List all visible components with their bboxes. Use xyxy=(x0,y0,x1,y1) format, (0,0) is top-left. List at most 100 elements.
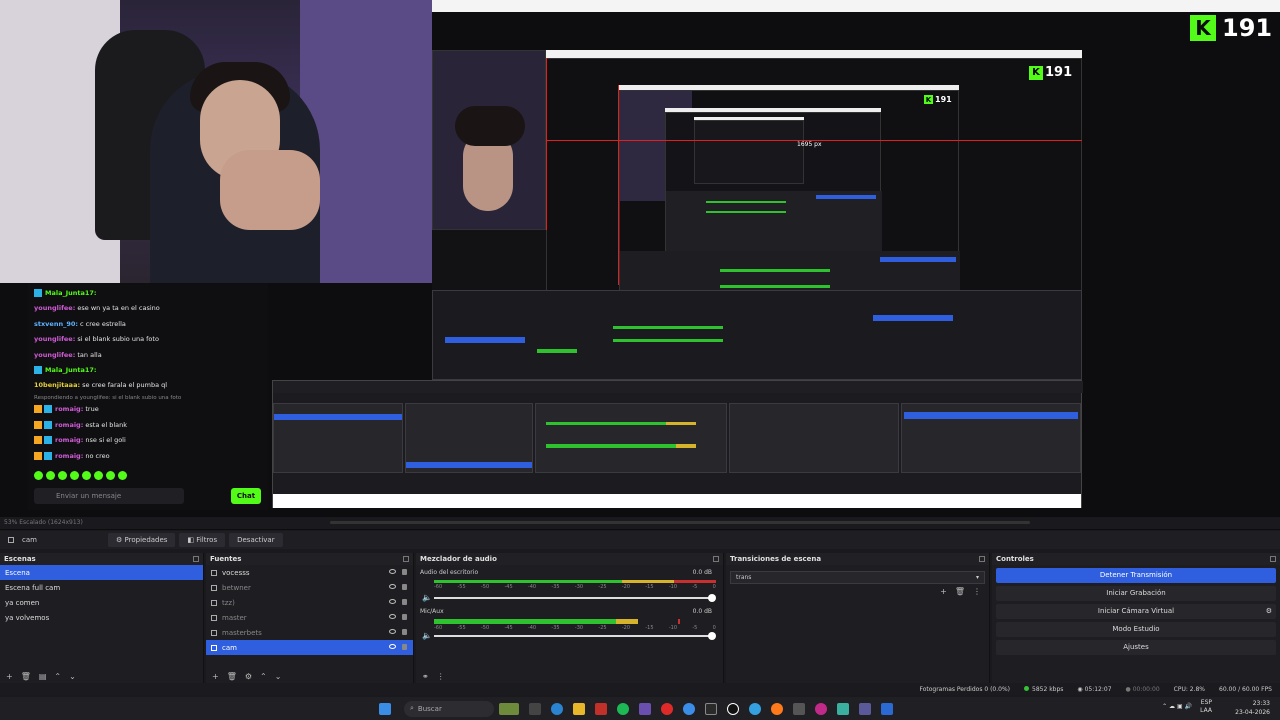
acrobat-icon[interactable] xyxy=(595,702,607,715)
nested-obs-window xyxy=(272,380,1083,508)
menu-dots-icon[interactable]: ⋮ xyxy=(437,672,445,681)
windows-start-icon[interactable] xyxy=(379,702,391,715)
move-down-icon[interactable]: ⌄ xyxy=(275,672,282,681)
settings-button[interactable]: Ajustes xyxy=(996,640,1276,655)
trash-icon[interactable]: 🗑 xyxy=(227,672,237,681)
volume-knob[interactable] xyxy=(708,632,716,640)
cpu-usage: CPU: 2.8% xyxy=(1173,685,1206,693)
spotify-icon[interactable] xyxy=(617,702,629,715)
language-indicator[interactable]: ESP LAA xyxy=(1200,699,1212,715)
eye-hidden-icon[interactable] xyxy=(389,584,396,589)
app-icon[interactable] xyxy=(793,702,805,715)
add-icon[interactable]: + xyxy=(6,672,13,681)
gear-icon[interactable]: ⚙ xyxy=(1266,607,1272,615)
lock-icon[interactable] xyxy=(402,584,407,590)
eye-hidden-icon[interactable] xyxy=(389,629,396,634)
obs-icon[interactable] xyxy=(727,702,739,715)
speaker-icon[interactable]: 🔈 xyxy=(422,593,432,602)
move-up-icon[interactable]: ⌃ xyxy=(260,672,267,681)
eye-hidden-icon[interactable] xyxy=(389,614,396,619)
source-item[interactable]: master xyxy=(206,610,413,625)
link-icon[interactable]: ⚭ xyxy=(422,672,429,681)
sources-dock: Fuentes vocesss betwner tzz) master mast… xyxy=(206,553,414,683)
app-icon[interactable] xyxy=(639,702,651,715)
volume-knob[interactable] xyxy=(708,594,716,602)
app-icon[interactable] xyxy=(837,702,849,715)
obs-statusbar: Fotogramas Perdidos 0 (0.0%) 5852 kbps ◉… xyxy=(0,683,1280,695)
firefox-icon[interactable] xyxy=(771,702,783,715)
nested-obs-ui xyxy=(432,290,1082,380)
stop-stream-button[interactable]: Detener Transmisión xyxy=(996,568,1276,583)
source-item[interactable]: betwner xyxy=(206,580,413,595)
task-view-icon[interactable] xyxy=(529,702,541,715)
source-item[interactable]: masterbets xyxy=(206,625,413,640)
gear-icon[interactable]: ⚙ xyxy=(245,672,252,681)
chat-input[interactable]: Enviar un mensaje xyxy=(34,488,184,504)
emote-icon xyxy=(70,471,79,480)
undock-icon[interactable] xyxy=(979,556,985,562)
youtube-icon[interactable] xyxy=(661,702,673,715)
start-virtual-camera-button[interactable]: Iniciar Cámara Virtual ⚙ xyxy=(996,604,1276,619)
lock-icon[interactable] xyxy=(402,644,407,650)
properties-button[interactable]: ⚙ Propiedades xyxy=(108,533,176,547)
source-item[interactable]: vocesss xyxy=(206,565,413,580)
lock-icon[interactable] xyxy=(402,599,407,605)
move-up-icon[interactable]: ⌃ xyxy=(54,672,61,681)
widget-icon[interactable] xyxy=(499,702,519,715)
studio-mode-button[interactable]: Modo Estudio xyxy=(996,622,1276,637)
deactivate-button[interactable]: Desactivar xyxy=(229,533,283,547)
clock[interactable]: 23:33 23-04-2026 xyxy=(1220,699,1270,717)
volume-slider-mic[interactable] xyxy=(434,635,714,637)
file-explorer-icon[interactable] xyxy=(573,702,585,715)
eye-icon[interactable] xyxy=(389,569,396,574)
trash-icon[interactable]: 🗑 xyxy=(21,672,31,681)
emote-icon xyxy=(58,471,67,480)
volume-slider-desktop[interactable] xyxy=(434,597,714,599)
undock-icon[interactable] xyxy=(713,556,719,562)
app-icon[interactable] xyxy=(815,702,827,715)
speaker-icon[interactable]: 🔈 xyxy=(422,631,432,640)
scene-item[interactable]: ya comen xyxy=(0,595,203,610)
chat-send-button[interactable]: Chat xyxy=(231,488,261,504)
nested-controls xyxy=(901,403,1081,473)
scene-item[interactable]: Escena xyxy=(0,565,203,580)
filter-icon[interactable]: ▤ xyxy=(39,672,47,681)
move-down-icon[interactable]: ⌄ xyxy=(69,672,76,681)
trash-icon[interactable]: 🗑 xyxy=(955,587,965,596)
taskbar-search[interactable]: ⌕ Buscar xyxy=(404,700,494,717)
transitions-dock: Transiciones de escena trans ▾ + 🗑 ⋮ xyxy=(726,553,990,683)
scene-item[interactable]: Escena full cam xyxy=(0,580,203,595)
eye-icon[interactable] xyxy=(389,644,396,649)
scene-item[interactable]: ya volvemos xyxy=(0,610,203,625)
preview-scrollbar[interactable] xyxy=(330,521,1030,524)
app-icon[interactable] xyxy=(859,702,871,715)
obs-preview-canvas[interactable]: K 191 K 191 K 191 1695 px Mala_Junta17: … xyxy=(0,0,1280,530)
add-icon[interactable]: + xyxy=(940,587,947,596)
eye-hidden-icon[interactable] xyxy=(389,599,396,604)
channel-db: 0.0 dB xyxy=(692,569,712,576)
lock-icon[interactable] xyxy=(402,569,407,575)
undock-icon[interactable] xyxy=(403,556,409,562)
undock-icon[interactable] xyxy=(1270,556,1276,562)
menu-dots-icon[interactable]: ⋮ xyxy=(973,587,981,596)
lock-icon[interactable] xyxy=(402,614,407,620)
emote-icon xyxy=(94,471,103,480)
app-icon[interactable] xyxy=(881,702,893,715)
transition-select[interactable]: trans ▾ xyxy=(730,571,985,584)
start-recording-button[interactable]: Iniciar Grabación xyxy=(996,586,1276,601)
chrome-profile-icon[interactable] xyxy=(749,702,761,715)
filters-button[interactable]: ◧ Filtros xyxy=(179,533,226,547)
bitrate: 5852 kbps xyxy=(1024,685,1063,693)
chrome-icon[interactable] xyxy=(683,702,695,715)
add-icon[interactable]: + xyxy=(212,672,219,681)
source-item[interactable]: cam xyxy=(206,640,413,655)
lock-icon[interactable] xyxy=(402,629,407,635)
mixer-scale: -60 -55 -50 -45 -40 -35 -30 -25 -20 -15 -10 -5 0 xyxy=(434,625,716,631)
tray-icons[interactable]: ⌃ ☁ ▣ 🔊 xyxy=(1162,702,1192,711)
source-item[interactable]: tzz) xyxy=(206,595,413,610)
audio-meter-red xyxy=(674,580,716,583)
steam-icon[interactable] xyxy=(705,702,717,715)
edge-icon[interactable] xyxy=(551,702,563,715)
undock-icon[interactable] xyxy=(193,556,199,562)
streamer-hands xyxy=(220,150,320,230)
